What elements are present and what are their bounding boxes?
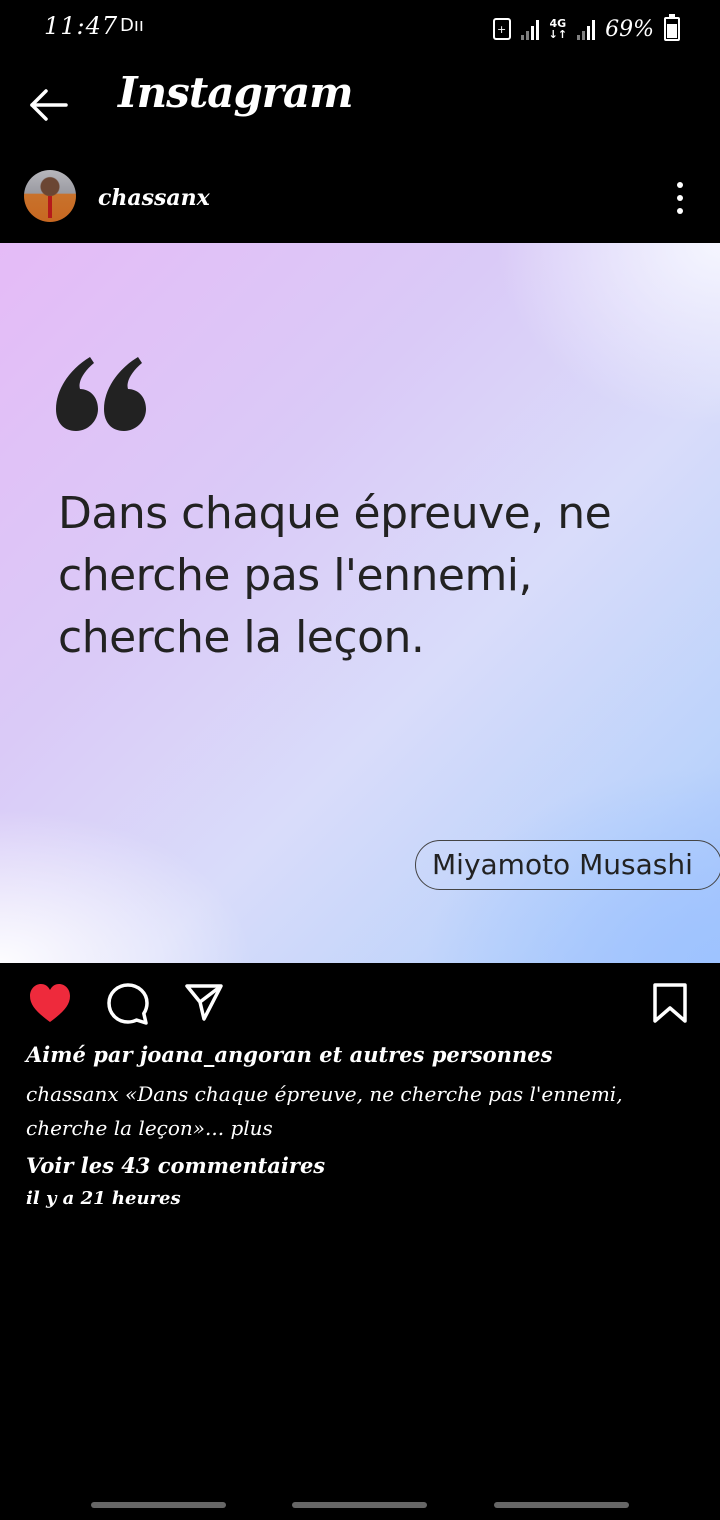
avatar[interactable] [24, 170, 76, 222]
status-bar: 11:47 Dıı + 4G ↓↑ 69% [0, 0, 720, 60]
signal-icon-2 [577, 18, 596, 40]
status-notification-indicator: Dıı [120, 15, 144, 36]
comment-icon[interactable] [106, 982, 150, 1026]
quote-line: cherche la leçon. [58, 612, 425, 663]
app-header: Instagram [0, 62, 720, 152]
heart-icon[interactable] [28, 982, 72, 1026]
post-image[interactable]: Dans chaque épreuve, ne cherche pas l'en… [0, 243, 720, 963]
caption[interactable]: chassanx «Dans chaque épreuve, ne cherch… [26, 1077, 696, 1145]
caption-username[interactable]: chassanx [26, 1082, 119, 1106]
post-meta: Aimé par joana_angoran et autres personn… [26, 1042, 696, 1209]
more-options-icon[interactable] [670, 182, 690, 214]
nav-recents-handle[interactable] [91, 1502, 226, 1508]
quote-mark-icon [56, 357, 146, 431]
app-title: Instagram [118, 68, 354, 117]
quote-line: Dans chaque épreuve, ne [58, 488, 612, 539]
signal-icon-1 [520, 18, 539, 40]
status-time: 11:47 [44, 12, 119, 40]
battery-percent: 69% [605, 16, 654, 42]
view-comments-link[interactable]: Voir les 43 commentaires [26, 1153, 696, 1178]
system-nav-bar [0, 1502, 720, 1512]
likes-text[interactable]: Aimé par joana_angoran et autres personn… [26, 1042, 696, 1067]
post-actions [0, 978, 720, 1034]
quote-text: Dans chaque épreuve, ne cherche pas l'en… [58, 483, 678, 669]
bookmark-icon[interactable] [652, 982, 688, 1024]
data-saver-icon: + [492, 18, 511, 40]
quote-line: cherche pas l'ennemi, [58, 550, 533, 601]
status-icons: + 4G ↓↑ 69% [492, 14, 680, 44]
post-username[interactable]: chassanx [98, 185, 210, 211]
battery-icon [664, 14, 680, 41]
post-header: chassanx [0, 168, 720, 230]
nav-home-handle[interactable] [292, 1502, 427, 1508]
nav-back-handle[interactable] [494, 1502, 629, 1508]
back-arrow-icon[interactable] [26, 82, 72, 128]
share-icon[interactable] [184, 982, 224, 1022]
post-timestamp: il y a 21 heures [26, 1188, 181, 1209]
author-badge: Miyamoto Musashi [415, 840, 720, 890]
network-type-icon: 4G ↓↑ [548, 17, 568, 41]
